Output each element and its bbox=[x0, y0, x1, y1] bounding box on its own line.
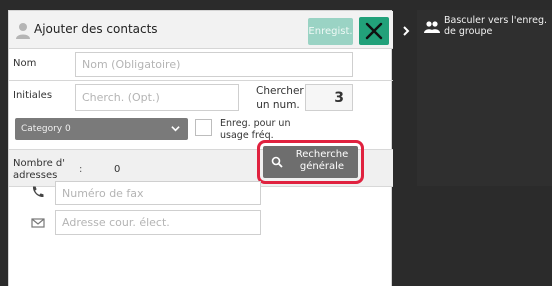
initials-label: Initiales bbox=[13, 90, 53, 101]
group-icon bbox=[424, 21, 440, 33]
search-icon bbox=[271, 156, 283, 168]
address-count-label: Nombre d' adresses bbox=[13, 158, 66, 181]
close-icon bbox=[365, 22, 383, 40]
group-toggle-label: Basculer vers l'enreg. de groupe bbox=[444, 15, 547, 37]
save-button[interactable]: Enregist. bbox=[308, 18, 353, 45]
email-icon bbox=[31, 218, 45, 228]
search-number-label: Chercher un num. bbox=[256, 85, 304, 111]
name-input[interactable]: Nom (Obligatoire) bbox=[75, 52, 353, 77]
add-contact-panel: Ajouter des contacts Enregist. Nom Nom (… bbox=[8, 10, 393, 286]
name-label: Nom bbox=[13, 58, 37, 69]
chevron-down-icon bbox=[171, 126, 180, 132]
person-icon bbox=[16, 23, 30, 39]
category-select[interactable]: Category 0 bbox=[15, 118, 188, 140]
global-search-label: Recherche générale bbox=[295, 149, 349, 172]
fax-number-input[interactable]: Numéro de fax bbox=[55, 181, 261, 205]
global-search-button[interactable]: Recherche générale bbox=[263, 146, 358, 178]
address-count-colon: : bbox=[79, 164, 83, 175]
screen: Ajouter des contacts Enregist. Nom Nom (… bbox=[0, 0, 552, 286]
page-title: Ajouter des contacts bbox=[34, 22, 158, 36]
search-number-field[interactable]: 3 bbox=[305, 84, 353, 111]
phone-icon bbox=[32, 186, 44, 198]
divider bbox=[9, 80, 393, 81]
address-count-value: 0 bbox=[114, 164, 121, 175]
frequent-use-checkbox[interactable] bbox=[195, 119, 212, 136]
initials-input[interactable]: Cherch. (Opt.) bbox=[75, 84, 239, 111]
panel-header: Ajouter des contacts Enregist. bbox=[9, 11, 393, 49]
email-address-input[interactable]: Adresse cour. élect. bbox=[55, 210, 261, 235]
category-value: Category 0 bbox=[21, 124, 71, 134]
close-button[interactable] bbox=[359, 17, 389, 45]
chevron-right-icon[interactable] bbox=[400, 25, 412, 37]
frequent-use-label: Enreg. pour un usage fréq. bbox=[220, 118, 291, 141]
